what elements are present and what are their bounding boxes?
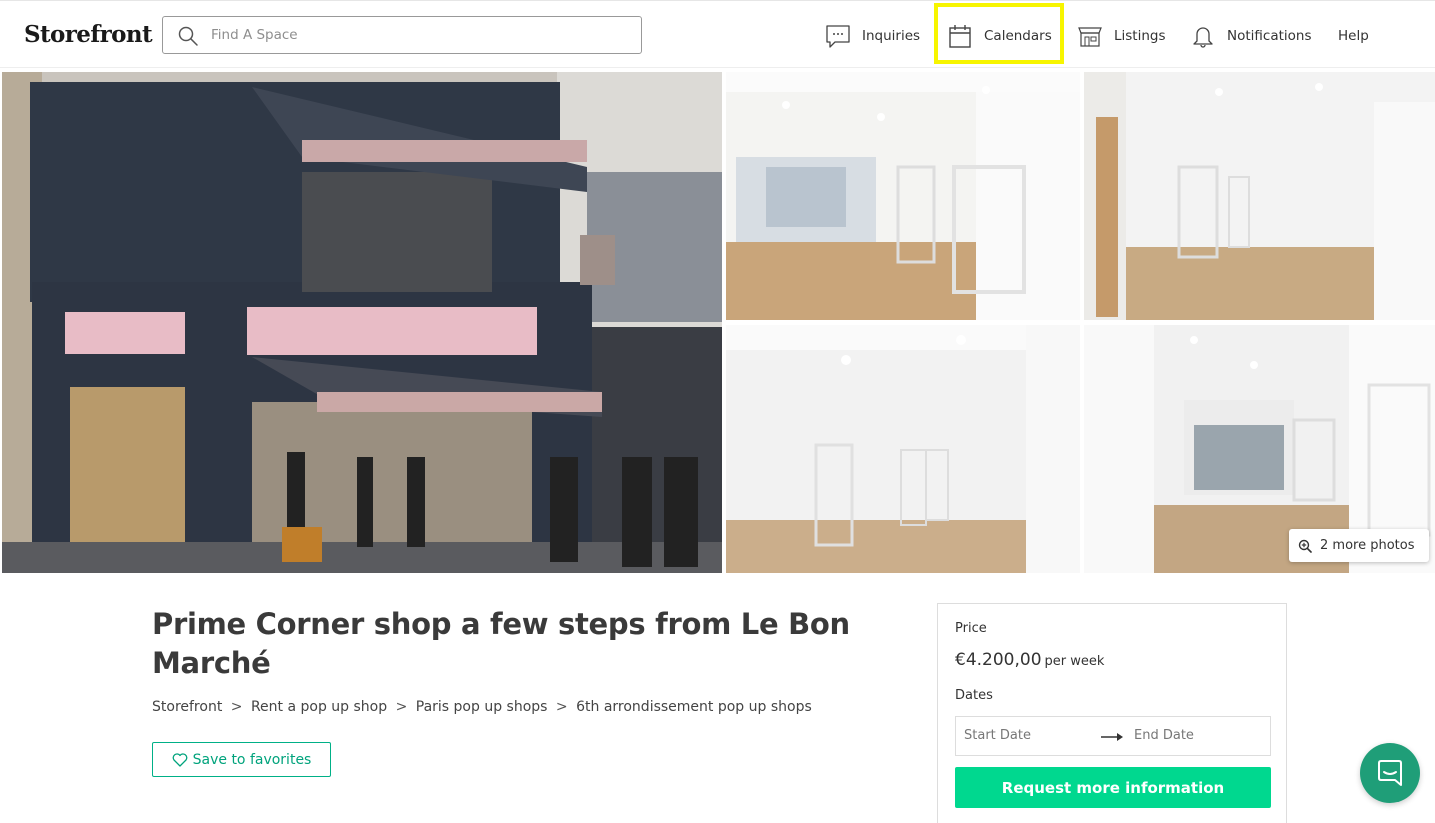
more-photos-label: 2 more photos — [1320, 538, 1415, 553]
interior-illustration-1 — [726, 72, 1080, 320]
dates-label: Dates — [955, 688, 993, 703]
heart-icon — [172, 752, 187, 767]
chat-launcher-button[interactable] — [1360, 743, 1420, 803]
booking-card: Price €4.200,00 per week Dates Start Date… — [937, 603, 1287, 823]
price-unit: per week — [1044, 654, 1105, 669]
main-storefront-photo[interactable] — [2, 72, 722, 573]
interior-illustration-3 — [726, 325, 1080, 573]
breadcrumb-item[interactable]: Storefront — [152, 699, 222, 715]
nav-inquiries[interactable]: Inquiries — [825, 18, 920, 54]
price-value: €4.200,00 per week — [955, 650, 1104, 670]
breadcrumb-item[interactable]: Rent a pop up shop — [251, 699, 387, 715]
search-input[interactable] — [211, 23, 631, 47]
search-icon — [178, 26, 198, 46]
chat-bubble-icon — [826, 25, 850, 48]
start-date-field[interactable]: Start Date — [964, 728, 1031, 743]
interior-photo-1[interactable] — [726, 72, 1080, 320]
request-info-button[interactable]: Request more information — [955, 767, 1271, 808]
nav-help[interactable]: Help — [1338, 18, 1369, 54]
nav-notifications-label: Notifications — [1227, 28, 1312, 44]
listing-title: Prime Corner shop a few steps from Le Bo… — [152, 607, 850, 680]
header: Storefront Inquiries Calendars Lis — [0, 0, 1435, 68]
date-range-picker[interactable]: Start Date End Date — [955, 716, 1271, 756]
arrow-right-icon — [1101, 733, 1123, 741]
breadcrumb-separator: > — [395, 699, 408, 715]
logo[interactable]: Storefront — [24, 21, 153, 48]
price-amount: €4.200,00 — [955, 650, 1042, 670]
zoom-icon — [1298, 539, 1312, 553]
nav-listings-label: Listings — [1114, 28, 1166, 44]
chat-icon — [1378, 760, 1402, 786]
storefront-icon — [1078, 27, 1102, 47]
nav-listings[interactable]: Listings — [1077, 18, 1166, 54]
breadcrumb-item[interactable]: 6th arrondissement pop up shops — [576, 699, 812, 715]
nav-inquiries-label: Inquiries — [862, 28, 921, 44]
interior-illustration-2 — [1084, 72, 1435, 320]
end-date-field[interactable]: End Date — [1134, 728, 1194, 743]
breadcrumb-item[interactable]: Paris pop up shops — [416, 699, 548, 715]
price-label: Price — [955, 621, 987, 636]
more-photos-button[interactable]: 2 more photos — [1289, 529, 1429, 562]
save-to-favorites-label: Save to favorites — [192, 751, 312, 768]
storefront-illustration — [2, 72, 722, 573]
interior-photo-2[interactable] — [1084, 72, 1435, 320]
breadcrumb-separator: > — [555, 699, 568, 715]
bell-icon — [1193, 27, 1213, 48]
save-to-favorites-button[interactable]: Save to favorites — [152, 742, 331, 777]
interior-photo-3[interactable] — [726, 325, 1080, 573]
nav-help-label: Help — [1338, 28, 1369, 44]
calendars-highlight-box — [934, 3, 1064, 64]
nav-notifications[interactable]: Notifications — [1190, 18, 1312, 54]
search-box[interactable] — [162, 16, 642, 54]
breadcrumb: Storefront > Rent a pop up shop > Paris … — [152, 699, 812, 715]
breadcrumb-separator: > — [230, 699, 243, 715]
